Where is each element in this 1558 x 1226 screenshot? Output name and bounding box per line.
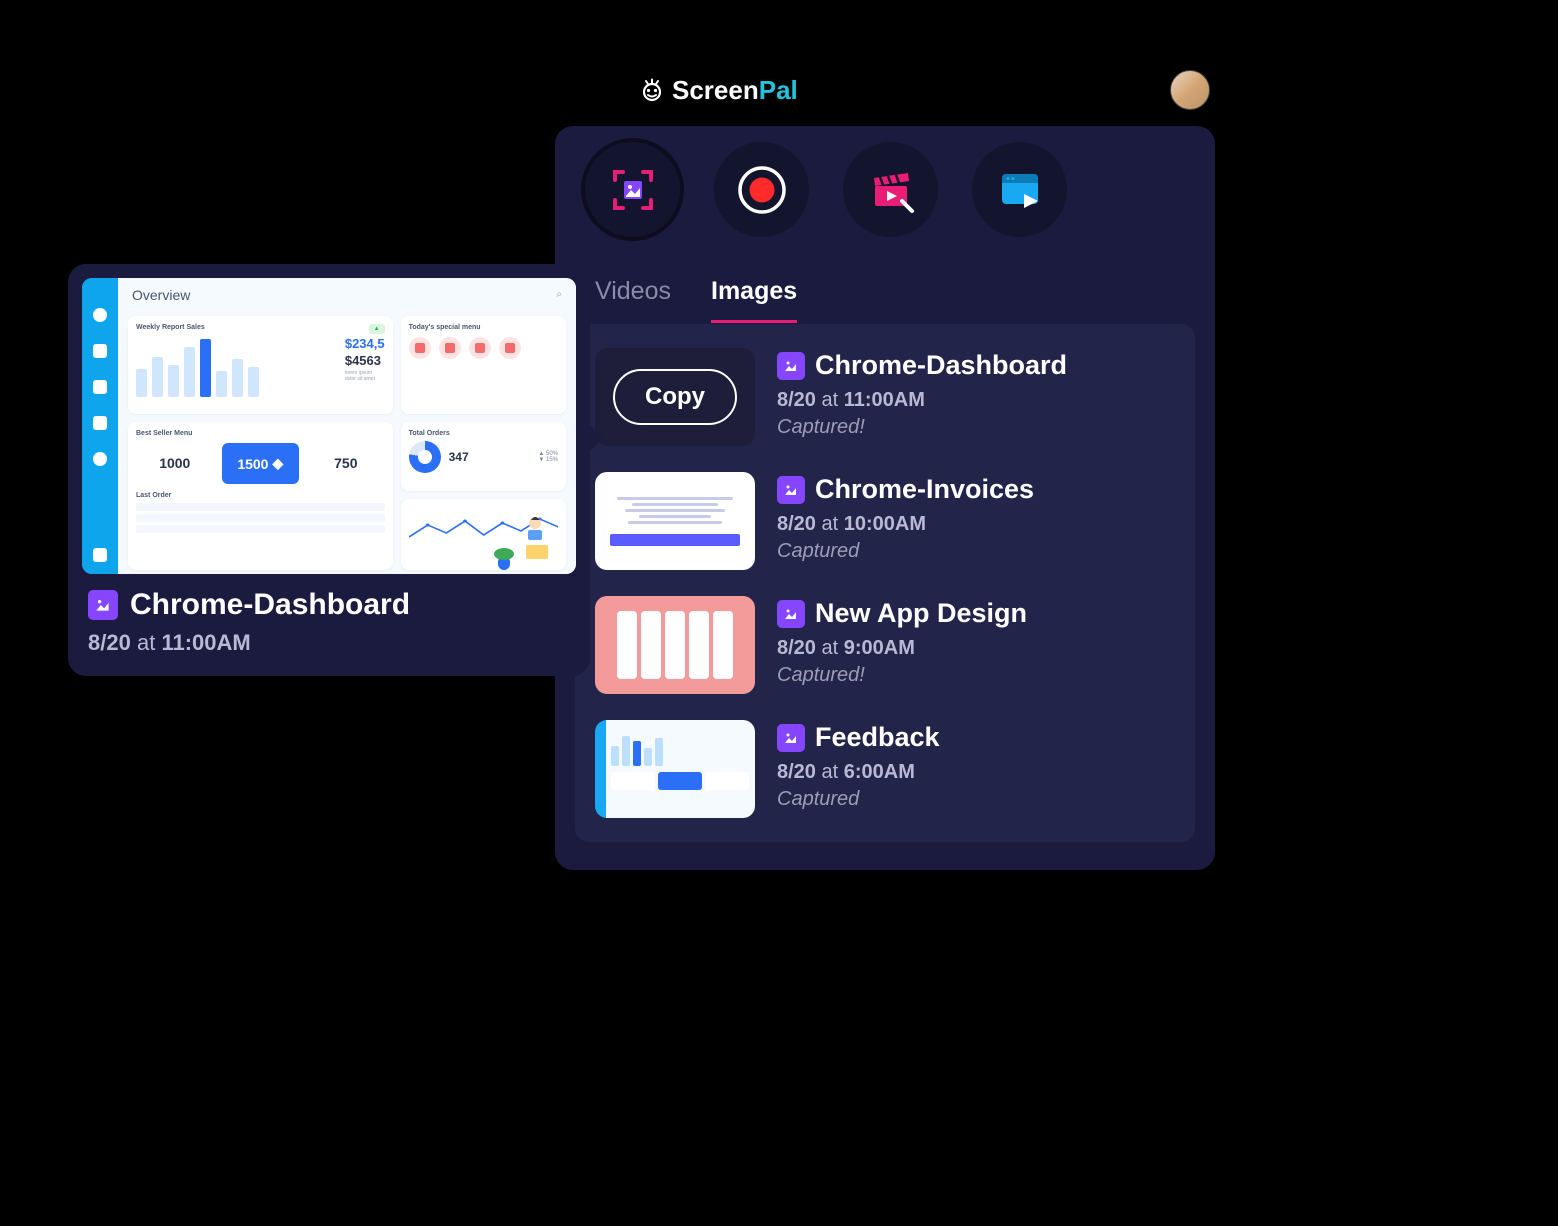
item-title-row: New App Design	[777, 598, 1175, 629]
item-title-row: Feedback	[777, 722, 1175, 753]
story-button[interactable]	[972, 142, 1067, 237]
preview-meta: 8/20 at 11:00AM	[88, 630, 570, 656]
preview-info: Chrome-Dashboard 8/20 at 11:00AM	[82, 574, 576, 662]
item-info: Chrome-Dashboard 8/20 at 11:00AM Capture…	[777, 348, 1175, 439]
dashboard-total-orders-label: Total Orders	[409, 430, 558, 437]
dashboard-tile-2: 1500	[237, 456, 268, 472]
browser-play-icon	[994, 164, 1046, 216]
item-title-row: Chrome-Dashboard	[777, 350, 1175, 381]
item-status: Captured!	[777, 416, 1175, 439]
item-title: Chrome-Dashboard	[815, 350, 1067, 381]
image-icon	[777, 476, 805, 504]
tab-videos[interactable]: Videos	[595, 277, 671, 323]
dashboard-special-menu-label: Today's special menu	[409, 324, 558, 331]
brand-name-part2: Pal	[759, 75, 798, 105]
dashboard-last-order-label: Last Order	[136, 492, 385, 499]
thumbnail-app-design[interactable]	[595, 596, 755, 694]
copy-button[interactable]: Copy	[613, 369, 737, 425]
thumbnail-feedback[interactable]	[595, 720, 755, 818]
thumbnail-dashboard[interactable]: Copy	[595, 348, 755, 446]
item-title: Chrome-Invoices	[815, 474, 1034, 505]
image-icon	[777, 352, 805, 380]
item-meta: 8/20 at 9:00AM	[777, 637, 1175, 660]
list-item[interactable]: New App Design 8/20 at 9:00AM Captured!	[595, 596, 1175, 694]
image-icon	[88, 590, 118, 620]
tabs: Videos Images	[575, 277, 1195, 324]
preview-card: Overview ⌕ Weekly Report Sales	[68, 264, 590, 676]
record-button[interactable]	[714, 142, 809, 237]
item-status: Captured!	[777, 664, 1175, 687]
tab-images[interactable]: Images	[711, 277, 797, 323]
item-info: Feedback 8/20 at 6:00AM Captured	[777, 720, 1175, 811]
avatar[interactable]	[1170, 70, 1210, 110]
preview-dashboard-sidebar	[82, 278, 118, 574]
preview-title: Chrome-Dashboard	[130, 588, 410, 622]
dashboard-best-seller-label: Best Seller Menu	[136, 430, 385, 437]
images-list: Copy Chrome-Dashboard 8/20 at 11:00AM Ca…	[575, 324, 1195, 842]
item-info: Chrome-Invoices 8/20 at 10:00AM Captured	[777, 472, 1175, 563]
dashboard-tile-1: 1000	[136, 443, 214, 484]
item-title: Feedback	[815, 722, 940, 753]
capture-screenshot-button[interactable]	[585, 142, 680, 237]
dashboard-tile-3: 750	[307, 443, 385, 484]
dashboard-weekly-label: Weekly Report Sales	[136, 324, 335, 331]
capture-icon	[605, 162, 661, 218]
record-icon	[735, 163, 789, 217]
dashboard-primary-number: $234,5	[345, 336, 385, 351]
brand-logo-icon	[640, 78, 664, 102]
item-title: New App Design	[815, 598, 1027, 629]
dashboard-secondary-number: $4563	[345, 353, 385, 368]
list-item[interactable]: Feedback 8/20 at 6:00AM Captured	[595, 720, 1175, 818]
preview-dashboard-body: Overview ⌕ Weekly Report Sales	[118, 278, 576, 574]
brand-name-part1: Screen	[672, 75, 759, 105]
video-editor-button[interactable]	[843, 142, 938, 237]
item-meta: 8/20 at 10:00AM	[777, 513, 1175, 536]
item-info: New App Design 8/20 at 9:00AM Captured!	[777, 596, 1175, 687]
main-panel: Videos Images Copy Chrome-Dashboard 8/20…	[555, 126, 1215, 870]
list-item[interactable]: Copy Chrome-Dashboard 8/20 at 11:00AM Ca…	[595, 348, 1175, 446]
list-item[interactable]: Chrome-Invoices 8/20 at 10:00AM Captured	[595, 472, 1175, 570]
item-status: Captured	[777, 540, 1175, 563]
image-icon	[777, 600, 805, 628]
item-meta: 8/20 at 6:00AM	[777, 761, 1175, 784]
item-title-row: Chrome-Invoices	[777, 474, 1175, 505]
person-illustration-icon	[488, 500, 558, 570]
item-status: Captured	[777, 788, 1175, 811]
image-icon	[777, 724, 805, 752]
preview-thumbnail[interactable]: Overview ⌕ Weekly Report Sales	[82, 278, 576, 574]
dashboard-total-orders-value: 347	[449, 450, 469, 464]
brand-logo: ScreenPal	[640, 75, 798, 106]
thumbnail-invoices[interactable]	[595, 472, 755, 570]
toolbar	[575, 142, 1195, 237]
clapperboard-icon	[864, 163, 918, 217]
app-header: ScreenPal	[600, 70, 1210, 110]
item-meta: 8/20 at 11:00AM	[777, 389, 1175, 412]
preview-title-row: Chrome-Dashboard	[88, 588, 570, 622]
dashboard-overview-label: Overview	[132, 287, 190, 303]
